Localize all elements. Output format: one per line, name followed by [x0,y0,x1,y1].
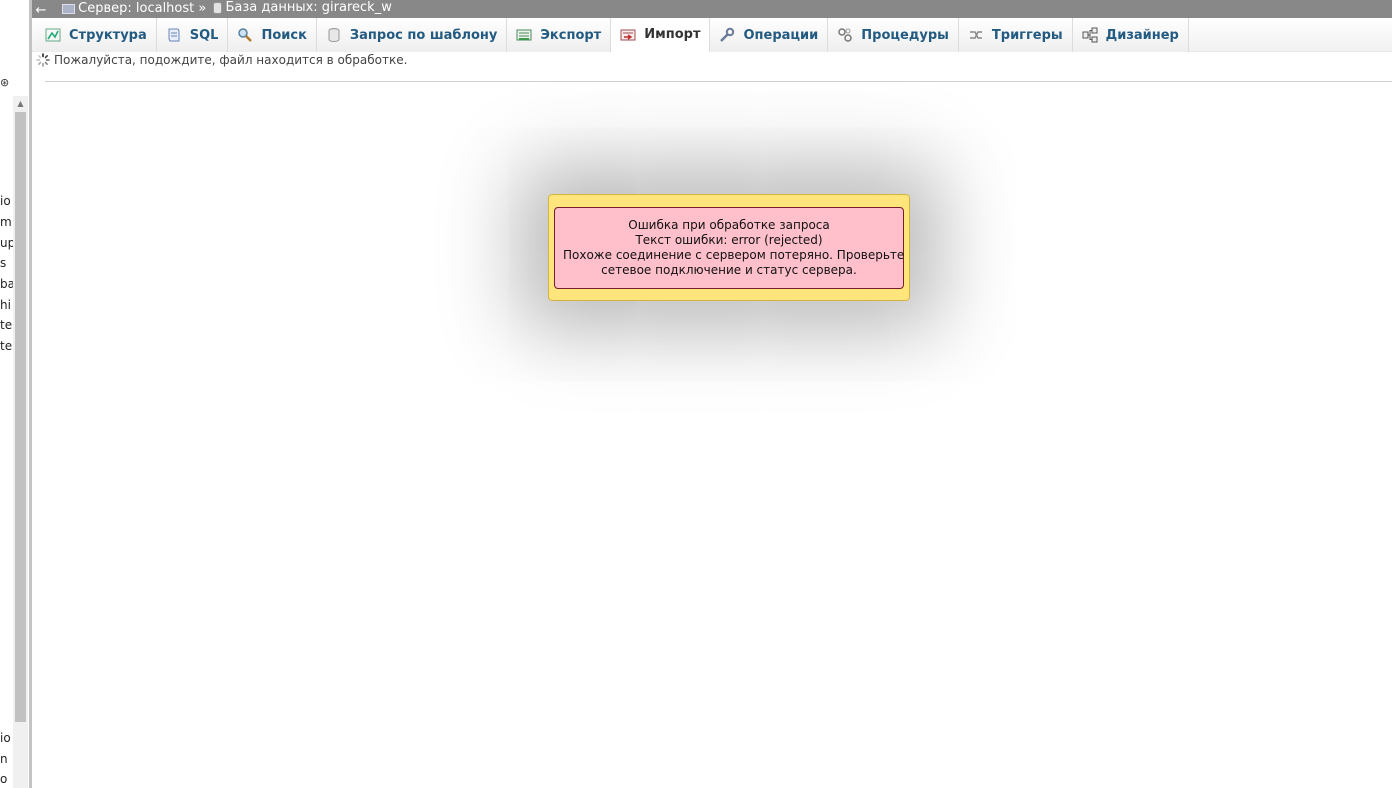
collapse-toggle-icon[interactable]: ⊛ [0,76,9,89]
export-icon [516,29,532,41]
nav-item-fragment[interactable]: n [0,752,8,766]
routines-icon [838,28,853,42]
breadcrumb: ← Сервер: localhost » База данных: girar… [32,0,1392,18]
database-icon [213,2,223,14]
breadcrumb-server[interactable]: Сервер: localhost » [62,1,206,17]
breadcrumb-database-label: База данных: girareck_w [225,0,392,15]
tab-search[interactable]: Поиск [228,18,317,52]
tab-label: Процедуры [861,27,949,43]
processing-status: Пожалуйста, подождите, файл находится в … [36,52,407,68]
tab-label: Операции [743,27,819,43]
nav-item-fragment[interactable]: hi [0,298,11,312]
tab-label: Структура [69,27,147,43]
breadcrumb-server-label: Сервер: localhost » [78,1,207,16]
tab-operations[interactable]: Операции [710,18,829,52]
scroll-up-icon[interactable]: ▲ [13,96,28,112]
nav-item-fragment[interactable]: io [0,194,11,208]
tab-label: Экспорт [540,27,602,43]
status-text: Пожалуйста, подождите, файл находится в … [54,53,408,67]
tab-designer[interactable]: Дизайнер [1072,18,1189,52]
scroll-thumb[interactable] [15,112,26,722]
tab-label: Запрос по шаблону [349,27,498,43]
import-icon [620,29,636,40]
tab-label: Дизайнер [1105,27,1179,43]
nav-item-fragment[interactable]: te [0,318,12,332]
divider [45,81,1392,82]
error-hint-continued: сетевое подключение и статус сервера. [601,263,857,277]
tab-bar: Структура SQL Поиск Запрос по шаблону Эк… [32,18,1392,52]
tab-label: SQL [189,27,219,43]
nav-item-fragment[interactable]: te [0,339,12,353]
designer-icon [1082,27,1098,43]
tab-structure[interactable]: Структура [36,18,157,52]
tab-sql[interactable]: SQL [156,18,229,52]
nav-item-fragment[interactable]: o [0,772,7,786]
nav-item-fragment[interactable]: io [0,731,11,745]
nav-item-fragment[interactable]: m [0,215,12,229]
tab-routines[interactable]: Процедуры [828,18,959,52]
search-icon [238,28,253,42]
nav-scrollbar[interactable]: ▲ [13,96,28,788]
tab-query[interactable]: Запрос по шаблону [316,18,508,52]
server-icon [62,4,76,14]
tab-export[interactable]: Экспорт [507,18,612,52]
tab-triggers[interactable]: Триггеры [958,18,1073,52]
error-message: Ошибка при обработке запроса Текст ошибк… [554,207,904,289]
tab-import[interactable]: Импорт [611,18,711,52]
triggers-icon [969,31,982,39]
structure-icon [45,28,61,42]
error-text: Текст ошибки: error (rejected) [635,233,823,247]
error-hint: Похоже соединение с сервером потеряно. П… [563,248,905,262]
query-icon [328,28,340,42]
tab-label: Импорт [644,27,701,42]
tab-label: Триггеры [991,27,1063,43]
error-title: Ошибка при обработке запроса [628,218,830,232]
error-dialog: Ошибка при обработке запроса Текст ошибк… [548,194,910,301]
navigation-panel: ⊛ io m up s ba hi te te io n o ▲ [0,0,32,788]
loading-spinner-icon [36,53,50,67]
sql-icon [168,28,180,42]
wrench-icon [720,27,735,42]
tab-label: Поиск [261,27,307,43]
back-arrow-icon[interactable]: ← [32,3,50,18]
breadcrumb-database[interactable]: База данных: girareck_w [210,0,392,16]
nav-item-fragment[interactable]: s [0,256,6,270]
